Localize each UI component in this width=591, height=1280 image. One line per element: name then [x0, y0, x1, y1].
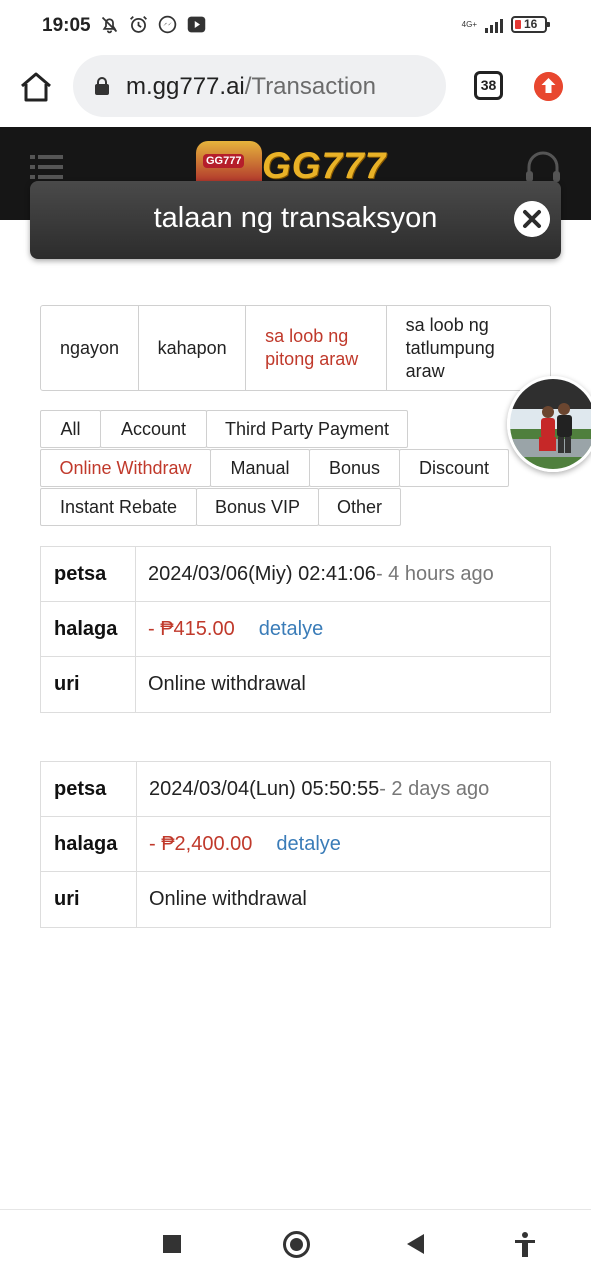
- battery-level: 16: [524, 17, 538, 31]
- network-type: 4G+: [461, 19, 477, 29]
- transaction-type: Online withdrawal: [148, 673, 306, 695]
- logo-badge-text: GG777: [203, 154, 245, 168]
- amount-value: - ₱2,400.00 detalye: [137, 817, 550, 871]
- transaction-date-row: petsa 2024/03/04(Lun) 05:50:55- 2 days a…: [41, 762, 550, 817]
- date-label: petsa: [41, 547, 136, 601]
- notification-icons: [99, 14, 207, 35]
- clock: 19:05: [42, 15, 91, 36]
- transaction-amount: - ₱2,400.00: [149, 832, 253, 855]
- back-icon[interactable]: [407, 1234, 424, 1254]
- transaction-date: 2024/03/06(Miy) 02:41:06: [148, 562, 376, 585]
- avatar-photo: [510, 379, 591, 469]
- modal-title: talaan ng transaksyon: [153, 202, 438, 234]
- modal-header: talaan ng transaksyon: [30, 181, 561, 259]
- amount-label: halaga: [41, 817, 137, 871]
- transaction-type: Online withdrawal: [149, 888, 307, 910]
- system-navigation-bar: [0, 1209, 591, 1280]
- amount-label: halaga: [41, 602, 136, 656]
- date-option-30-days[interactable]: sa loob ng tatlumpung araw: [387, 306, 550, 390]
- url-host: m.gg777.ai: [126, 73, 245, 100]
- date-range-filter: ngayon kahapon sa loob ng pitong araw sa…: [40, 305, 551, 391]
- filter-bonus-vip[interactable]: Bonus VIP: [196, 488, 319, 526]
- update-icon[interactable]: [534, 72, 563, 101]
- transaction-type-row: uri Online withdrawal: [41, 657, 550, 712]
- date-option-yesterday[interactable]: kahapon: [139, 306, 247, 390]
- browser-toolbar: m.gg777.ai/Transaction 38: [0, 52, 591, 127]
- filter-bonus[interactable]: Bonus: [309, 449, 400, 487]
- notifications-off-icon: [101, 16, 118, 34]
- transaction-type-row: uri Online withdrawal: [41, 872, 550, 927]
- transaction-card: petsa 2024/03/04(Lun) 05:50:55- 2 days a…: [40, 761, 551, 928]
- recent-apps-icon[interactable]: [163, 1235, 181, 1253]
- date-value: 2024/03/04(Lun) 05:50:55- 2 days ago: [137, 762, 550, 816]
- amount-value: - ₱415.00 detalye: [136, 602, 550, 656]
- status-bar: 19:05 4G+ 16: [0, 0, 591, 52]
- date-option-7-days[interactable]: sa loob ng pitong araw: [246, 306, 387, 390]
- menu-icon[interactable]: [30, 154, 63, 180]
- relative-time: - 4 hours ago: [375, 562, 494, 585]
- date-label: petsa: [41, 762, 137, 816]
- home-button-icon[interactable]: [283, 1231, 310, 1258]
- url-text: m.gg777.ai/Transaction: [126, 73, 376, 101]
- lock-icon: [95, 77, 109, 95]
- type-label: uri: [41, 872, 137, 927]
- alarm-icon: [130, 16, 147, 33]
- transaction-amount-row: halaga - ₱2,400.00 detalye: [41, 817, 550, 872]
- filter-other[interactable]: Other: [318, 488, 401, 526]
- filter-instant-rebate[interactable]: Instant Rebate: [40, 488, 197, 526]
- close-icon[interactable]: [514, 201, 550, 237]
- detail-link[interactable]: detalye: [276, 833, 341, 856]
- relative-time: - 2 days ago: [379, 777, 490, 800]
- youtube-icon: [187, 16, 206, 33]
- filter-manual[interactable]: Manual: [210, 449, 310, 487]
- transaction-date-row: petsa 2024/03/06(Miy) 02:41:06- 4 hours …: [41, 547, 550, 602]
- type-label: uri: [41, 657, 136, 712]
- tab-switcher-button[interactable]: 38: [474, 71, 503, 100]
- detail-link[interactable]: detalye: [259, 618, 324, 641]
- filter-all[interactable]: All: [40, 410, 101, 448]
- messenger-icon: [158, 15, 177, 34]
- accessibility-icon[interactable]: [512, 1231, 538, 1257]
- date-option-today[interactable]: ngayon: [41, 306, 139, 390]
- system-indicators: 4G+ 16: [461, 16, 550, 33]
- filter-online-withdraw[interactable]: Online Withdraw: [40, 449, 211, 487]
- floating-avatar[interactable]: [507, 376, 591, 472]
- battery-icon: 16: [511, 16, 550, 33]
- home-icon[interactable]: [18, 69, 54, 105]
- filter-third-party-payment[interactable]: Third Party Payment: [206, 410, 408, 448]
- address-bar[interactable]: m.gg777.ai/Transaction: [73, 55, 446, 117]
- filter-discount[interactable]: Discount: [399, 449, 509, 487]
- transaction-amount-row: halaga - ₱415.00 detalye: [41, 602, 550, 657]
- transaction-card: petsa 2024/03/06(Miy) 02:41:06- 4 hours …: [40, 546, 551, 713]
- date-value: 2024/03/06(Miy) 02:41:06- 4 hours ago: [136, 547, 550, 601]
- url-path: /Transaction: [244, 73, 376, 100]
- transaction-amount: - ₱415.00: [148, 617, 235, 640]
- transaction-date: 2024/03/04(Lun) 05:50:55: [149, 777, 380, 800]
- filter-account[interactable]: Account: [100, 410, 207, 448]
- signal-icon: [485, 17, 503, 33]
